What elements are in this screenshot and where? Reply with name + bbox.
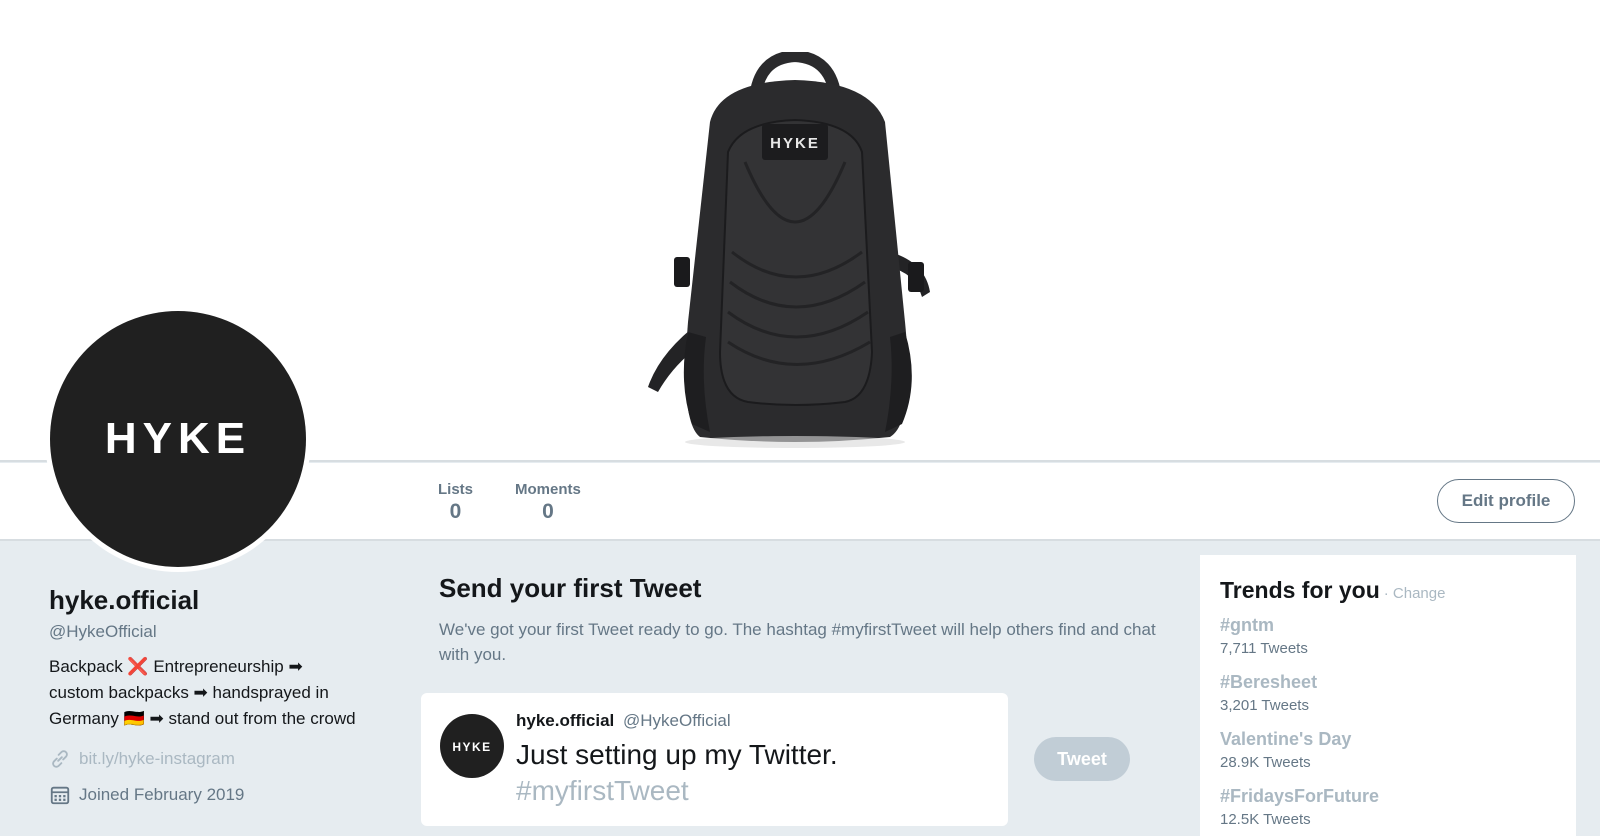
trends-panel: Trends for you · Change #gntm 7,711 Tweet… [1200,555,1576,836]
avatar[interactable]: HYKE [45,306,311,572]
first-tweet-description: We've got your first Tweet ready to go. … [439,620,1156,664]
tweet-author-name: hyke.official [516,711,615,730]
trend-count: 7,711 Tweets [1220,640,1308,657]
profile-joined-text: Joined February 2019 [79,785,245,804]
trend-name: #gntm [1220,615,1274,635]
hyke-logo-icon: HYKE [105,419,251,459]
backpack-logo-text: HYKE [770,135,820,152]
tweet-button[interactable]: Tweet [1034,737,1130,781]
trend-item[interactable]: #gntm 7,711 Tweets [1220,615,1308,657]
backpack-image: HYKE [648,52,930,448]
bio-line: custom backpacks ➡ handsprayed in [49,683,329,702]
tweet-hashtag[interactable]: #myfirstTweet [516,773,689,809]
trend-name: #Beresheet [1220,672,1318,692]
tweet-preview-card: HYKE hyke.official @HykeOfficial Just se… [421,693,1008,826]
profile-website: bit.ly/hyke-instagram [49,748,399,770]
trend-item[interactable]: #Beresheet 3,201 Tweets [1220,672,1317,714]
trend-item[interactable]: Valentine's Day 28.9K Tweets [1220,729,1351,771]
tweet-header: hyke.official @HykeOfficial [516,711,731,731]
tweet-avatar-logo-text: HYKE [452,740,491,753]
profile-card: hyke.official @HykeOfficial Backpack ❌ E… [49,585,399,806]
profile-handle[interactable]: @HykeOfficial [49,622,399,642]
nav-moments[interactable]: Moments 0 [515,481,581,524]
tweet-text: Just setting up my Twitter. [516,739,838,770]
trends-title: Trends for you · Change [1220,577,1445,604]
profile-bio: Backpack ❌ Entrepreneurship ➡ custom bac… [49,654,399,732]
tweet-author-handle: @HykeOfficial [623,711,731,730]
trends-change-link[interactable]: · Change [1384,585,1446,602]
hyke-logo-icon: HYKE [452,740,491,753]
calendar-icon [49,784,71,806]
profile-name[interactable]: hyke.official [49,585,399,616]
bio-line: Backpack ❌ Entrepreneurship ➡ [49,657,303,676]
trends-title-text: Trends for you [1220,577,1380,603]
avatar-logo-text: HYKE [105,419,251,459]
trend-name: Valentine's Day [1220,729,1352,749]
nav-lists-count: 0 [449,500,462,523]
link-icon [49,748,71,770]
bio-line: Germany 🇩🇪 ➡ stand out from the crowd [49,709,356,728]
nav-lists[interactable]: Lists 0 [438,481,473,524]
first-tweet-title: Send your first Tweet [439,573,702,603]
trend-count: 3,201 Tweets [1220,697,1309,714]
nav-lists-label: Lists [438,481,474,498]
profile-link-text[interactable]: bit.ly/hyke-instagram [79,749,235,769]
edit-profile-button[interactable]: Edit profile [1437,479,1575,523]
trend-item[interactable]: #FridaysForFuture 12.5K Tweets [1220,786,1379,828]
trend-count: 12.5K Tweets [1220,811,1311,828]
tweet-avatar: HYKE [440,714,504,778]
trend-count: 28.9K Tweets [1220,754,1311,771]
nav-moments-label: Moments [515,481,581,498]
trend-name: #FridaysForFuture [1220,786,1380,806]
profile-joined: Joined February 2019 [49,784,399,806]
nav-moments-count: 0 [542,500,554,523]
avatar-logo: HYKE [50,311,306,567]
